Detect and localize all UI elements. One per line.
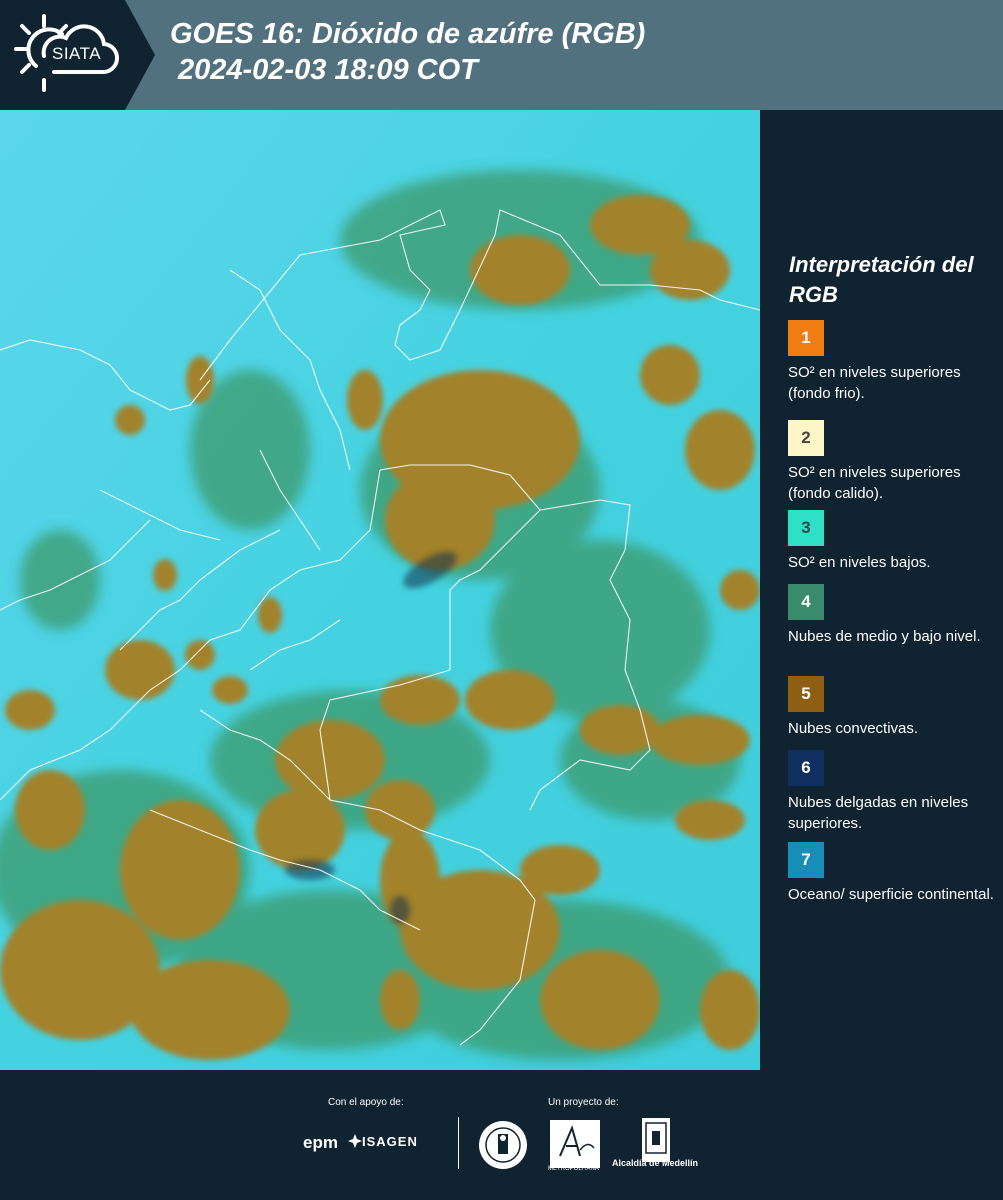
legend-item-5: 5 Nubes convectivas. <box>788 676 998 739</box>
legend-swatch-1: 1 <box>788 320 824 356</box>
area-metropolitana-text: METROPOLITANA <box>548 1166 599 1172</box>
area-metropolitana-logo <box>550 1120 600 1168</box>
footer: Con el apoyo de: Un proyecto de: epm ISA… <box>0 1070 1003 1200</box>
footer-divider <box>458 1117 459 1169</box>
legend-swatch-5: 5 <box>788 676 824 712</box>
legend-panel: Interpretación del RGB 1 SO² en niveles … <box>760 110 1003 1070</box>
epm-logo: epm <box>303 1133 338 1152</box>
legend-item-4: 4 Nubes de medio y bajo nivel. <box>788 584 998 647</box>
isagen-logo: ISAGEN <box>362 1134 418 1149</box>
legend-item-6: 6 Nubes delgadas en niveles superiores. <box>788 750 998 834</box>
page-title: GOES 16: Dióxido de azúfre (RGB) 2024-02… <box>170 16 645 88</box>
medellin-seal-icon <box>479 1121 527 1169</box>
legend-label-1: SO² en niveles superiores (fondo frio). <box>788 364 961 402</box>
alcaldia-shield-icon <box>642 1118 670 1162</box>
legend-swatch-3: 3 <box>788 510 824 546</box>
legend-label-4: Nubes de medio y bajo nivel. <box>788 628 981 645</box>
legend-label-3: SO² en niveles bajos. <box>788 554 931 571</box>
legend-label-2: SO² en niveles superiores (fondo calido)… <box>788 464 961 502</box>
legend-swatch-7: 7 <box>788 842 824 878</box>
title-line2: 2024-02-03 18:09 COT <box>178 54 478 86</box>
legend-swatch-2: 2 <box>788 420 824 456</box>
logo-block: SIATA <box>0 0 155 110</box>
legend-title: Interpretación del RGB <box>789 252 974 307</box>
title-line1: GOES 16: Dióxido de azúfre (RGB) <box>170 18 646 50</box>
support-label: Con el apoyo de: <box>328 1097 404 1108</box>
alcaldia-label: Alcaldía de Medellín <box>612 1158 699 1168</box>
legend-item-7: 7 Oceano/ superficie continental. <box>788 842 998 905</box>
isagen-icon <box>348 1134 362 1148</box>
map-svg <box>0 110 760 1070</box>
legend-label-7: Oceano/ superficie continental. <box>788 886 994 903</box>
legend-swatch-4: 4 <box>788 584 824 620</box>
legend-swatch-6: 6 <box>788 750 824 786</box>
satellite-map <box>0 110 760 1070</box>
legend-label-6: Nubes delgadas en niveles superiores. <box>788 794 969 832</box>
legend-item-3: 3 SO² en niveles bajos. <box>788 510 998 573</box>
header: SIATA GOES 16: Dióxido de azúfre (RGB) 2… <box>0 0 1003 110</box>
legend-item-1: 1 SO² en niveles superiores (fondo frio)… <box>788 320 998 404</box>
legend-item-2: 2 SO² en niveles superiores (fondo calid… <box>788 420 998 504</box>
project-label: Un proyecto de: <box>548 1097 619 1108</box>
logo-text: SIATA <box>52 44 102 63</box>
legend-label-5: Nubes convectivas. <box>788 720 919 737</box>
area-logo-icon <box>559 1125 595 1157</box>
